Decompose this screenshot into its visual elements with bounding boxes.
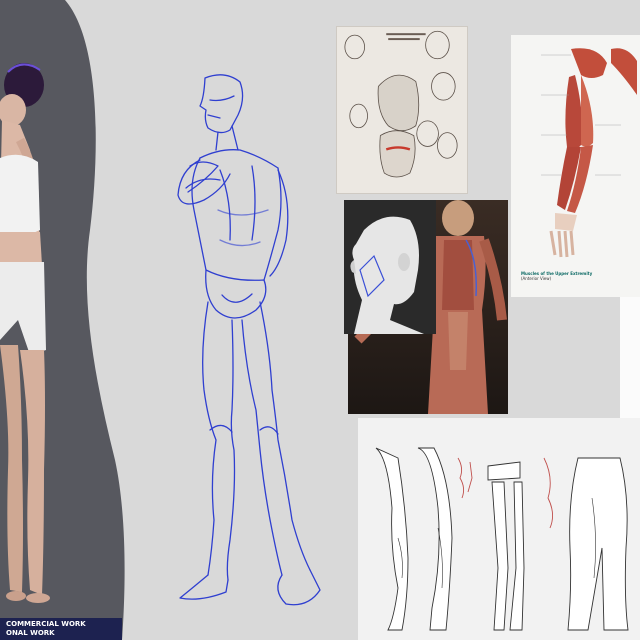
chart-caption: Muscles of the Upper Extremity (Anterior… bbox=[521, 271, 640, 281]
arm-muscle-chart: Muscles of the Upper Extremity (Anterior… bbox=[511, 35, 640, 297]
footer-banner: COMMERCIAL WORK ONAL WORK bbox=[0, 618, 122, 640]
model-photo bbox=[0, 0, 128, 640]
head-3d-render bbox=[344, 200, 436, 334]
white-card bbox=[620, 297, 640, 427]
leg-construction-sheet bbox=[358, 418, 640, 640]
caption-subtitle: (Anterior View) bbox=[521, 276, 552, 281]
banner-line-1: COMMERCIAL WORK bbox=[6, 620, 86, 628]
head-study-sketch bbox=[336, 26, 468, 194]
banner-line-2: ONAL WORK bbox=[6, 629, 55, 637]
figure-line-sketch bbox=[160, 70, 340, 620]
